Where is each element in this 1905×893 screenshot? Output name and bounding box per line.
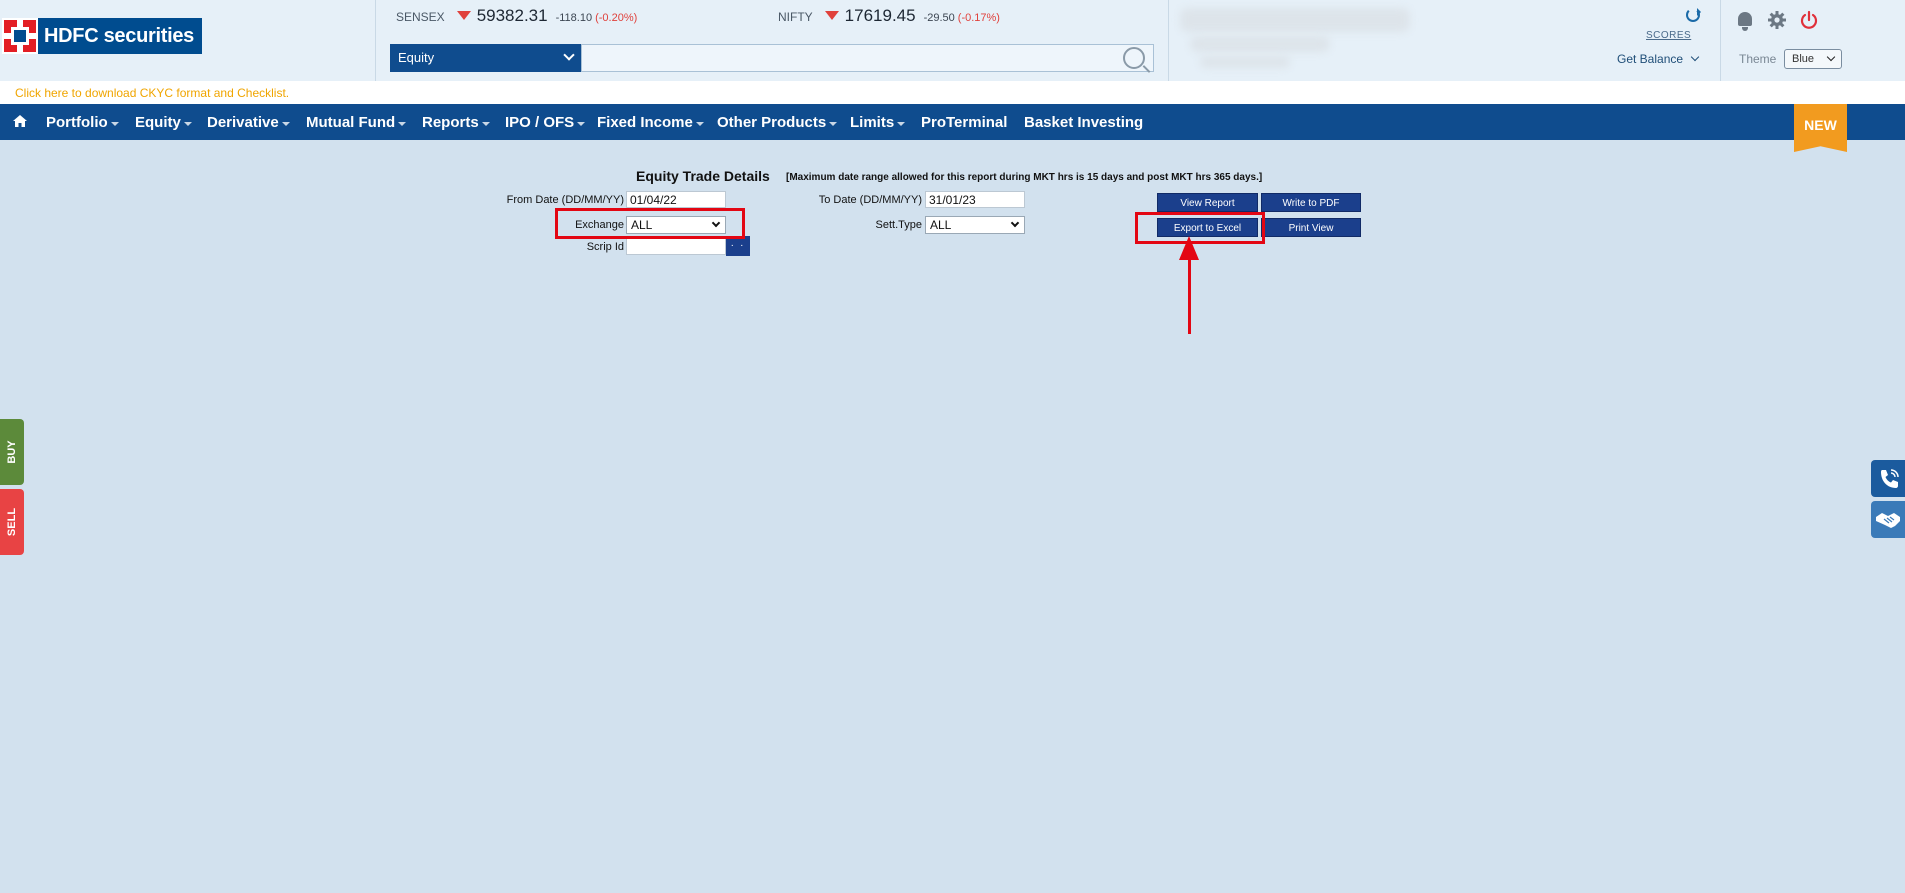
- caret-down-icon: [577, 122, 586, 126]
- bell-icon[interactable]: [1738, 12, 1752, 31]
- chevron-down-icon: [1010, 218, 1020, 228]
- print-view-button[interactable]: Print View: [1261, 218, 1361, 237]
- ticker-change: -29.50: [923, 12, 955, 24]
- get-balance-dropdown[interactable]: Get Balance: [1617, 52, 1700, 66]
- account-info-blurred: [1180, 6, 1410, 70]
- call-support-tab[interactable]: [1871, 460, 1905, 497]
- sett-type-select[interactable]: ALL: [925, 216, 1025, 234]
- ticker-name: SENSEX: [396, 10, 445, 24]
- date-range-note: [Maximum date range allowed for this rep…: [786, 172, 1263, 183]
- from-date-input[interactable]: 01/04/22: [626, 191, 726, 208]
- chevron-down-icon: [563, 49, 575, 61]
- sell-label: SELL: [6, 507, 18, 537]
- ticker-percent: (-0.20%): [595, 12, 638, 24]
- header-divider: [1168, 0, 1169, 81]
- gear-icon[interactable]: [1767, 10, 1787, 30]
- sett-type-label: Sett.Type: [875, 219, 922, 231]
- down-arrow-icon: [456, 11, 471, 20]
- sett-type-select-value: ALL: [930, 218, 952, 232]
- annotation-arrow-shaft: [1188, 250, 1191, 334]
- ticker-sensex[interactable]: SENSEX 59382.31 -118.10 (-0.20%): [396, 6, 637, 26]
- new-badge[interactable]: NEW: [1794, 104, 1847, 152]
- ticker-nifty[interactable]: NIFTY 17619.45 -29.50 (-0.17%): [778, 6, 1000, 26]
- nav-equity[interactable]: Equity: [135, 114, 192, 131]
- handshake-icon: [1876, 513, 1900, 528]
- nav-other-products[interactable]: Other Products: [717, 114, 838, 131]
- caret-down-icon: [897, 122, 906, 126]
- theme-select[interactable]: Blue: [1784, 49, 1842, 69]
- nav-fixed-income[interactable]: Fixed Income: [597, 114, 704, 131]
- scrip-id-input[interactable]: [626, 238, 726, 255]
- caret-down-icon: [695, 122, 704, 126]
- highlight-box-export: [1135, 212, 1265, 244]
- search-icon[interactable]: [1123, 47, 1145, 69]
- caret-down-icon: [398, 122, 407, 126]
- nav-limits[interactable]: Limits: [850, 114, 906, 131]
- nav-reports[interactable]: Reports: [422, 114, 490, 131]
- phone-icon: [1881, 469, 1899, 488]
- to-date-label: To Date (DD/MM/YY): [818, 194, 922, 206]
- nav-mutual-fund[interactable]: Mutual Fund: [306, 114, 407, 131]
- scrip-id-label: Scrip Id: [586, 241, 624, 253]
- ticker-change: -118.10: [555, 12, 593, 24]
- segment-select[interactable]: Equity: [390, 44, 581, 72]
- caret-down-icon: [110, 122, 119, 126]
- caret-down-icon: [281, 122, 290, 126]
- ticker-value: 59382.31: [476, 6, 548, 25]
- ticker-name: NIFTY: [778, 10, 813, 24]
- buy-label: BUY: [6, 440, 18, 464]
- theme-label: Theme: [1739, 52, 1777, 66]
- down-arrow-icon: [824, 11, 839, 20]
- write-to-pdf-button[interactable]: Write to PDF: [1261, 193, 1361, 212]
- nav-portfolio[interactable]: Portfolio: [46, 114, 119, 131]
- main-nav: Portfolio Equity Derivative Mutual Fund …: [0, 104, 1905, 140]
- refresh-icon[interactable]: [1686, 8, 1701, 22]
- logo-text: HDFC securities: [38, 18, 202, 54]
- caret-down-icon: [481, 122, 490, 126]
- sell-side-tab[interactable]: SELL: [0, 489, 24, 555]
- caret-down-icon: [183, 122, 192, 126]
- header-divider: [375, 0, 376, 81]
- caret-down-icon: [829, 122, 838, 126]
- view-report-button[interactable]: View Report: [1157, 193, 1258, 212]
- theme-select-value: Blue: [1792, 53, 1815, 65]
- scrip-lookup-button[interactable]: . .: [726, 236, 750, 256]
- search-input[interactable]: [581, 44, 1154, 72]
- top-header: HDFC securities SENSEX 59382.31 -118.10 …: [0, 0, 1905, 81]
- home-icon[interactable]: [13, 115, 27, 127]
- notice-bar: Click here to download CKYC format and C…: [0, 81, 1905, 104]
- header-divider: [1720, 0, 1721, 81]
- scores-link[interactable]: SCORES: [1646, 30, 1691, 41]
- power-icon[interactable]: [1799, 10, 1819, 30]
- buy-side-tab[interactable]: BUY: [0, 419, 24, 485]
- chevron-down-icon: [1826, 52, 1836, 62]
- ticker-value: 17619.45: [844, 6, 916, 25]
- segment-select-value: Equity: [398, 50, 435, 65]
- nav-derivative[interactable]: Derivative: [207, 114, 290, 131]
- chevron-down-icon: [1690, 52, 1700, 62]
- nav-basket-investing[interactable]: Basket Investing: [1024, 114, 1143, 131]
- to-date-input[interactable]: 31/01/23: [925, 191, 1025, 208]
- hdfc-logo[interactable]: HDFC securities: [2, 18, 204, 54]
- partner-tab[interactable]: [1871, 501, 1905, 538]
- page-title: Equity Trade Details: [636, 168, 770, 184]
- nav-ipo-ofs[interactable]: IPO / OFS: [505, 114, 586, 131]
- ticker-percent: (-0.17%): [957, 12, 1000, 24]
- ckyc-download-link[interactable]: Click here to download CKYC format and C…: [15, 86, 289, 100]
- search-bar: Equity: [390, 44, 1154, 72]
- highlight-box-exchange: [555, 208, 745, 239]
- from-date-label: From Date (DD/MM/YY): [506, 194, 624, 206]
- nav-proterminal[interactable]: ProTerminal: [921, 114, 1007, 131]
- logo-mark-icon: [2, 18, 38, 54]
- get-balance-label: Get Balance: [1617, 52, 1684, 66]
